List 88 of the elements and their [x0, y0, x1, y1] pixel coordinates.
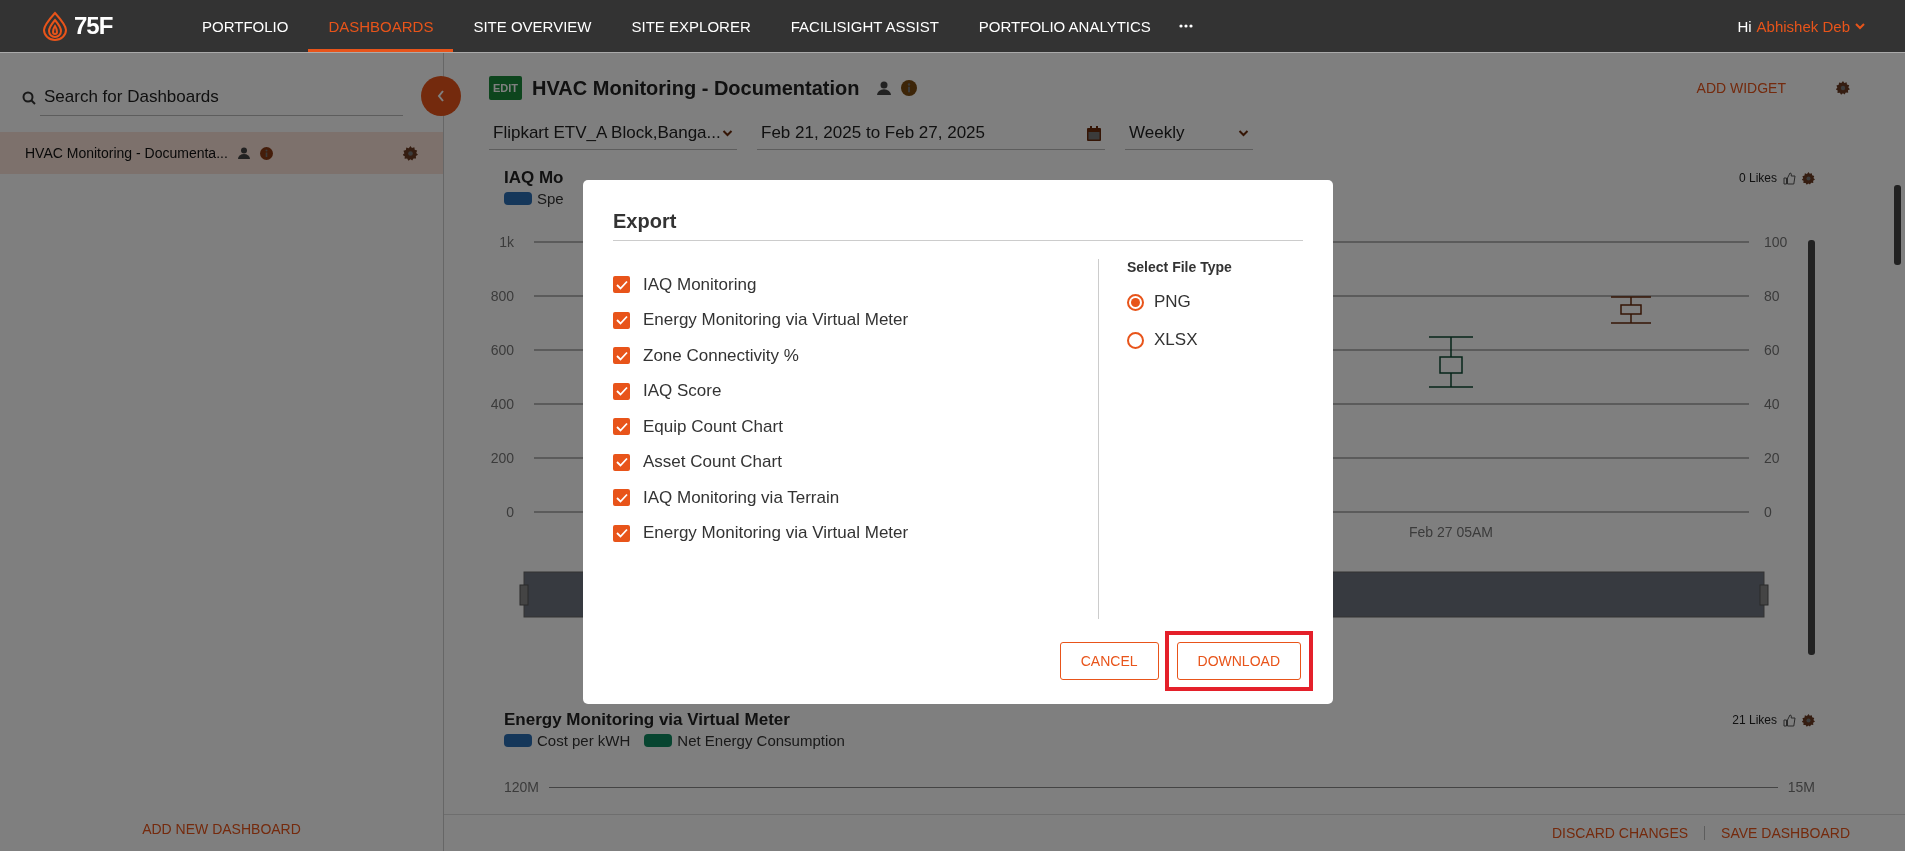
- site-dropdown[interactable]: Flipkart ETV_A Block,Banga...: [489, 117, 737, 150]
- gear-icon[interactable]: [1836, 81, 1850, 95]
- collapse-button[interactable]: [421, 76, 461, 116]
- checkbox[interactable]: [613, 489, 630, 507]
- checkbox[interactable]: [613, 453, 630, 471]
- scrollbar[interactable]: [1808, 240, 1815, 655]
- axis-tick-label: 600: [490, 342, 514, 358]
- flame-logo-icon: [42, 11, 68, 41]
- search-icon: [22, 90, 36, 105]
- logo-text: 75F: [74, 12, 113, 40]
- info-icon: [901, 80, 918, 96]
- download-button[interactable]: DOWNLOAD: [1176, 642, 1301, 680]
- chevron-down-icon[interactable]: [1855, 22, 1865, 30]
- chevron-left-icon: [437, 90, 445, 102]
- radio-button[interactable]: [1127, 293, 1144, 311]
- calendar-icon: [1087, 125, 1101, 141]
- widget-title: IAQ Mo: [504, 168, 564, 188]
- file-type-heading: Select File Type: [1127, 259, 1232, 275]
- thumbs-up-icon[interactable]: [1783, 713, 1796, 727]
- axis-tick-label: 200: [490, 450, 514, 466]
- nav-tab[interactable]: SITE EXPLORER: [611, 0, 771, 52]
- search-field[interactable]: Search for Dashboards: [40, 79, 403, 116]
- discard-changes-link[interactable]: DISCARD CHANGES: [1551, 825, 1689, 841]
- axis-tick-label: 40: [1764, 396, 1780, 412]
- radio-button[interactable]: [1127, 331, 1144, 349]
- checkbox[interactable]: [613, 524, 630, 542]
- add-dashboard-link[interactable]: ADD NEW DASHBOARD: [0, 807, 443, 851]
- checkbox-label: Energy Monitoring via Virtual Meter: [643, 523, 909, 544]
- scrollbar[interactable]: [1894, 185, 1901, 265]
- info-icon: [259, 146, 273, 160]
- date-range-field[interactable]: Feb 21, 2025 to Feb 27, 2025: [757, 117, 1105, 150]
- dialog-title: Export: [613, 210, 1303, 241]
- checkbox-label: Zone Connectivity %: [643, 345, 799, 366]
- axis-tick-label: 0: [506, 504, 514, 520]
- axis-tick-label: 15M: [1787, 779, 1815, 795]
- nav-tab[interactable]: PORTFOLIO: [182, 0, 309, 52]
- axis-tick-label: 20: [1764, 450, 1780, 466]
- gear-icon[interactable]: [1802, 713, 1815, 727]
- checkbox[interactable]: [613, 347, 630, 365]
- axis-tick-label: 100: [1764, 234, 1788, 250]
- checkbox[interactable]: [613, 311, 630, 329]
- chevron-down-icon: [722, 129, 733, 137]
- add-widget-link[interactable]: ADD WIDGET: [1696, 80, 1786, 96]
- user-menu[interactable]: Abhishek Deb: [1756, 17, 1850, 35]
- widget-title: Energy Monitoring via Virtual Meter: [504, 710, 790, 730]
- thumbs-up-icon[interactable]: [1783, 171, 1796, 185]
- dashboard-list-item[interactable]: HVAC Monitoring - Documenta...: [0, 132, 443, 174]
- radio-label: PNG: [1154, 292, 1191, 312]
- legend-label: Net Energy Consumption: [677, 732, 845, 749]
- axis-tick-label: 120M: [504, 779, 540, 795]
- axis-tick-label: 80: [1764, 288, 1780, 304]
- cancel-button[interactable]: CANCEL: [1059, 642, 1159, 680]
- interval-dropdown[interactable]: Weekly: [1125, 117, 1253, 150]
- axis-tick-label: 60: [1764, 342, 1780, 358]
- checkbox[interactable]: [613, 276, 630, 294]
- checkbox[interactable]: [613, 382, 630, 400]
- checkbox-label: IAQ Monitoring: [643, 274, 757, 295]
- checkbox-label: Energy Monitoring via Virtual Meter: [643, 310, 909, 331]
- chevron-down-icon: [1238, 129, 1249, 137]
- nav-tab[interactable]: PORTFOLIO ANALYTICS: [958, 0, 1171, 52]
- greeting-text: Hi: [1737, 17, 1752, 35]
- edit-badge[interactable]: EDIT: [489, 76, 523, 100]
- axis-tick-label: 800: [490, 288, 514, 304]
- nav-tab[interactable]: FACILISIGHT ASSIST: [770, 0, 959, 52]
- person-icon: [877, 81, 892, 95]
- axis-tick-label: 400: [490, 396, 514, 412]
- gear-icon[interactable]: [1802, 171, 1815, 185]
- checkbox-label: Asset Count Chart: [643, 452, 782, 473]
- save-dashboard-link[interactable]: SAVE DASHBOARD: [1721, 825, 1850, 841]
- gear-icon[interactable]: [403, 145, 418, 161]
- person-icon: [237, 147, 250, 159]
- likes-count: 21 Likes: [1732, 713, 1777, 727]
- checkbox-label: IAQ Monitoring via Terrain: [643, 487, 840, 508]
- legend-label: Cost per kWH: [537, 732, 631, 749]
- nav-tab[interactable]: SITE OVERVIEW: [453, 0, 612, 52]
- box-plot: [1428, 336, 1474, 388]
- box-plot: [1610, 296, 1652, 324]
- checkbox-label: Equip Count Chart: [643, 416, 783, 437]
- likes-count: 0 Likes: [1738, 171, 1777, 185]
- radio-label: XLSX: [1154, 330, 1198, 350]
- axis-tick-label: 0: [1764, 504, 1772, 520]
- axis-tick-label: Feb 27 05AM: [1408, 524, 1494, 540]
- legend-label: Spe: [537, 190, 564, 207]
- more-icon[interactable]: [1178, 24, 1193, 28]
- checkbox-label: IAQ Score: [643, 381, 722, 402]
- dashboard-title: HVAC Monitoring - Documentation: [532, 76, 860, 100]
- checkbox[interactable]: [613, 418, 630, 436]
- axis-tick-label: 1k: [499, 234, 514, 250]
